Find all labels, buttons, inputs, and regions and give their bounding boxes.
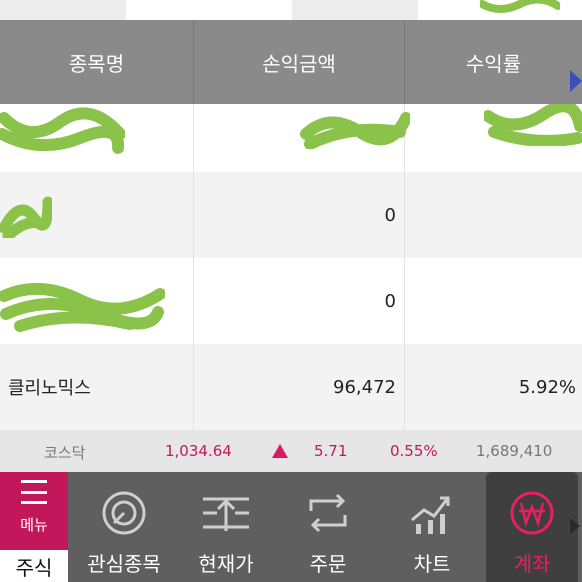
won-icon xyxy=(504,488,560,538)
return-rate: 5.92% xyxy=(518,376,576,398)
return-rate xyxy=(405,172,582,258)
profit-amount: 96,472 xyxy=(194,344,405,430)
index-ticker[interactable]: 코스닥 1,034.64 5.71 0.55% 1,689,410 xyxy=(0,430,582,472)
column-header-rate[interactable]: 수익률 xyxy=(405,20,582,104)
index-value: 1,034.64 xyxy=(165,442,232,460)
nav-current-price[interactable]: 현재가 xyxy=(176,472,276,582)
nav-label: 차트 xyxy=(413,552,451,576)
current-price-icon xyxy=(198,488,254,538)
table-row[interactable]: 클리노믹스 96,472 5.92% xyxy=(0,344,582,430)
table-header: 종목명 손익금액 수익률 xyxy=(0,20,582,104)
profit-amount: 0 xyxy=(194,172,405,258)
watchlist-icon xyxy=(96,488,152,538)
previous-row-strip xyxy=(0,0,582,20)
profit-amount: 0 xyxy=(194,258,405,344)
index-volume: 1,689,410 xyxy=(476,442,553,460)
bottom-nav: 메뉴 주식 관심종목 현재가 주문 차트 계좌 xyxy=(0,472,582,582)
stock-name: 클리노믹스 xyxy=(0,344,194,430)
redaction-scribble xyxy=(0,196,52,238)
nav-label: 계좌 xyxy=(513,552,551,576)
index-change: 5.71 xyxy=(314,442,348,460)
nav-order[interactable]: 주문 xyxy=(278,472,378,582)
redaction-scribble xyxy=(480,0,560,13)
table-row[interactable] xyxy=(0,104,582,172)
nav-label: 관심종목 xyxy=(87,552,161,576)
nav-chart[interactable]: 차트 xyxy=(382,472,482,582)
column-header-name[interactable]: 종목명 xyxy=(0,20,194,104)
redaction-scribble xyxy=(0,107,125,154)
menu-button[interactable]: 메뉴 xyxy=(0,472,68,550)
redaction-scribble xyxy=(484,104,582,146)
redaction-scribble xyxy=(300,112,410,149)
return-rate xyxy=(405,258,582,344)
chevron-right-icon[interactable] xyxy=(570,518,580,534)
table-row[interactable]: 0 xyxy=(0,172,582,258)
stock-tab[interactable]: 주식 xyxy=(0,550,68,582)
order-icon xyxy=(300,488,356,538)
nav-label: 현재가 xyxy=(198,552,254,576)
index-name: 코스닥 xyxy=(44,444,86,462)
nav-label: 주문 xyxy=(309,552,347,576)
chart-icon xyxy=(404,488,460,538)
column-header-profit[interactable]: 손익금액 xyxy=(194,20,405,104)
hamburger-icon xyxy=(21,480,47,504)
menu-label: 메뉴 xyxy=(20,516,48,534)
table-row[interactable]: 0 xyxy=(0,258,582,344)
up-arrow-icon xyxy=(272,444,288,458)
nav-account[interactable]: 계좌 xyxy=(486,472,578,582)
scroll-right-icon[interactable] xyxy=(570,70,582,92)
nav-watchlist[interactable]: 관심종목 xyxy=(74,472,174,582)
redaction-scribble xyxy=(0,282,165,332)
index-change-rate: 0.55% xyxy=(390,442,438,460)
